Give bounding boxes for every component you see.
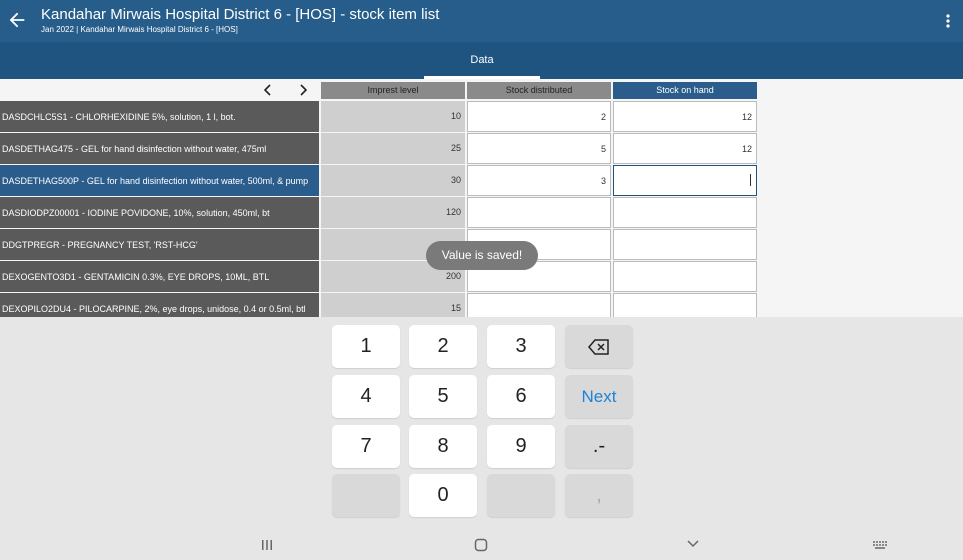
key-7[interactable]: 7: [332, 425, 400, 468]
on-hand-input[interactable]: 12: [613, 133, 757, 164]
imprest-cell: 15: [321, 293, 465, 317]
page-title: Kandahar Mirwais Hospital District 6 - […: [41, 6, 440, 23]
key-0[interactable]: 0: [409, 474, 477, 517]
home-icon[interactable]: [474, 538, 488, 552]
key-2[interactable]: 2: [409, 325, 477, 368]
row-label-selected: DASDETHAG500P - GEL for hand disinfectio…: [0, 165, 319, 196]
minus-dot-key[interactable]: .-: [565, 425, 633, 468]
row-label: DDGTPREGR - PREGNANCY TEST, 'RST-HCG': [0, 229, 319, 260]
comma-key[interactable]: ,: [565, 474, 633, 517]
stock-table: Imprest level Stock distributed Stock on…: [0, 79, 963, 317]
distributed-input[interactable]: [467, 293, 611, 317]
column-header-stock-distributed: Stock distributed: [467, 82, 611, 99]
column-header-stock-on-hand: Stock on hand: [613, 82, 757, 99]
backspace-icon: [588, 339, 609, 355]
app-bar: Kandahar Mirwais Hospital District 6 - […: [0, 0, 963, 79]
saved-toast: Value is saved!: [426, 241, 538, 270]
recent-apps-icon[interactable]: [260, 539, 274, 551]
key-1[interactable]: 1: [332, 325, 400, 368]
column-header-imprest-level: Imprest level: [321, 82, 465, 99]
key-6[interactable]: 6: [487, 375, 555, 418]
chevron-down-icon[interactable]: [686, 539, 700, 549]
distributed-input[interactable]: 3: [467, 165, 611, 196]
key-3[interactable]: 3: [487, 325, 555, 368]
arrow-left-icon[interactable]: [6, 9, 28, 31]
blank-key-right: [487, 474, 555, 517]
imprest-cell: 10: [321, 101, 465, 132]
more-vertical-icon[interactable]: [940, 12, 956, 30]
tab-bar: Data: [0, 42, 963, 79]
distributed-input[interactable]: [467, 197, 611, 228]
on-hand-input[interactable]: [613, 261, 757, 292]
row-label: DEXOGENTO3D1 - GENTAMICIN 0.3%, EYE DROP…: [0, 261, 319, 292]
chevron-right-icon[interactable]: [296, 83, 310, 97]
next-key[interactable]: Next: [565, 375, 633, 418]
on-hand-input[interactable]: 12: [613, 101, 757, 132]
chevron-left-icon[interactable]: [261, 83, 275, 97]
numeric-keypad: 1 2 3 4 5 6 Next 7 8 9 .- 0 ,: [0, 317, 963, 560]
on-hand-input[interactable]: [613, 197, 757, 228]
page-subtitle: Jan 2022 | Kandahar Mirwais Hospital Dis…: [41, 25, 238, 34]
distributed-input[interactable]: 5: [467, 133, 611, 164]
row-label: DASDIODPZ00001 - IODINE POVIDONE, 10%, s…: [0, 197, 319, 228]
on-hand-input[interactable]: [613, 293, 757, 317]
imprest-cell: 30: [321, 165, 465, 196]
row-label: DASDETHAG475 - GEL for hand disinfection…: [0, 133, 319, 164]
tab-data[interactable]: Data: [424, 42, 540, 79]
key-9[interactable]: 9: [487, 425, 555, 468]
key-5[interactable]: 5: [409, 375, 477, 418]
imprest-cell: 120: [321, 197, 465, 228]
distributed-input[interactable]: 2: [467, 101, 611, 132]
keyboard-icon[interactable]: [872, 539, 888, 551]
row-label: DASDCHLC5S1 - CHLORHEXIDINE 5%, solution…: [0, 101, 319, 132]
imprest-cell: 25: [321, 133, 465, 164]
on-hand-input[interactable]: [613, 229, 757, 260]
backspace-key[interactable]: [565, 325, 633, 368]
text-cursor: [750, 174, 751, 186]
blank-key-left: [332, 474, 400, 517]
row-label: DEXOPILO2DU4 - PILOCARPINE, 2%, eye drop…: [0, 293, 319, 317]
key-8[interactable]: 8: [409, 425, 477, 468]
on-hand-input-active[interactable]: [613, 165, 757, 196]
key-4[interactable]: 4: [332, 375, 400, 418]
